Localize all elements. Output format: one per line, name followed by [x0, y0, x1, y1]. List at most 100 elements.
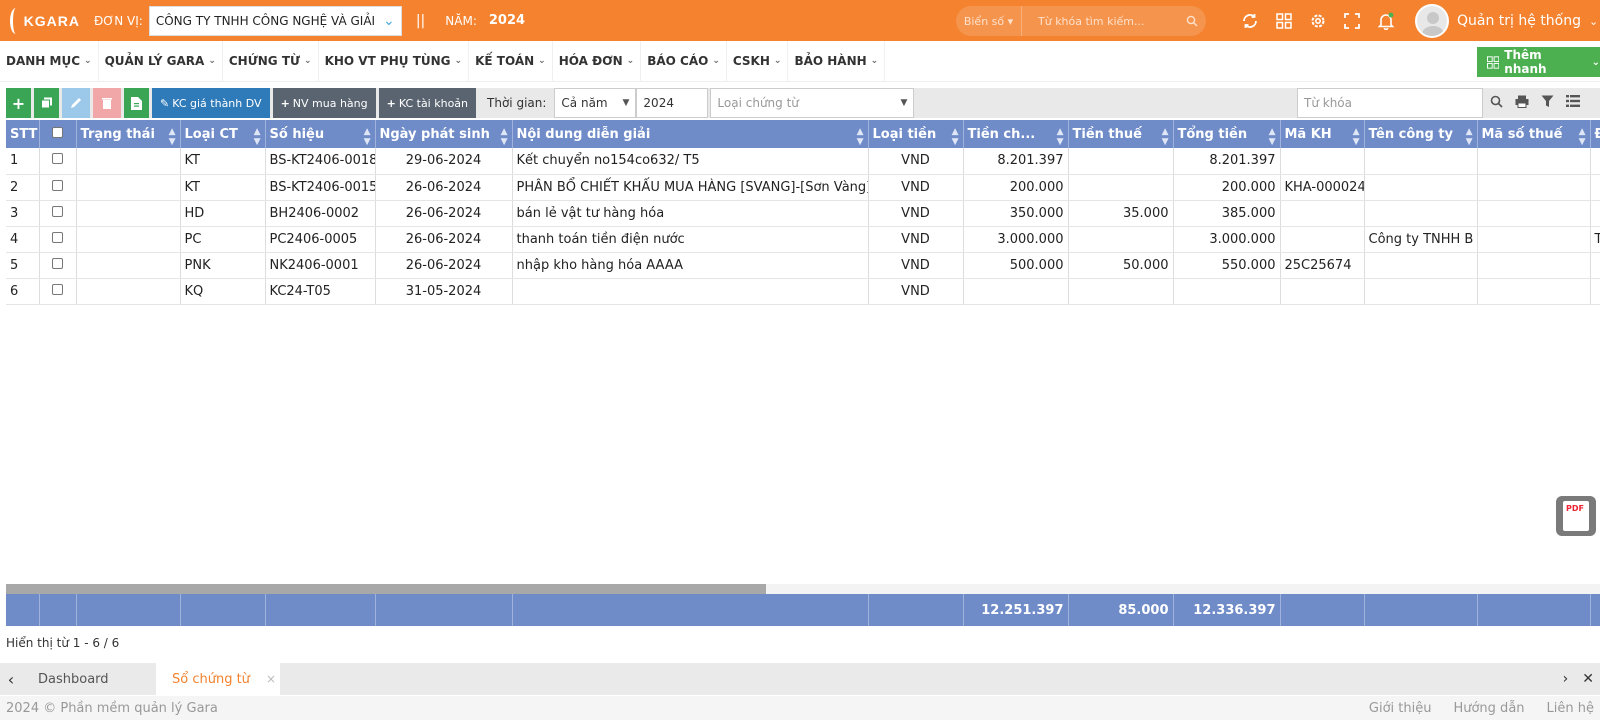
select-all-header[interactable] — [39, 120, 77, 148]
sort-icon: ▲ ▼ — [1465, 127, 1473, 147]
grid-apps-icon — [1487, 55, 1500, 69]
export-button[interactable] — [124, 88, 149, 118]
kc-account-button[interactable]: + KC tài khoản — [378, 88, 477, 118]
edit-button[interactable] — [62, 88, 90, 118]
chevron-left-icon[interactable]: ‹ — [0, 670, 22, 689]
select-all-checkbox[interactable] — [52, 126, 63, 138]
chevron-right-icon[interactable]: › — [1563, 671, 1569, 687]
copy-button[interactable] — [34, 88, 59, 118]
col-header[interactable]: Mã số thuế ▲ ▼ — [1477, 120, 1591, 148]
main-menu: DANH MỤC ⌄ QUẢN LÝ GARA ⌄ CHỨNG TỪ ⌄ KHO VT… — [0, 40, 1600, 82]
col-header[interactable]: Mã KH ▲ ▼ — [1280, 120, 1365, 148]
menu-hoa-don[interactable]: HÓA ĐƠN ⌄ — [553, 40, 642, 82]
unit-select[interactable]: CÔNG TY TNHH CÔNG NGHỆ VÀ GIẢI ⌄ — [148, 5, 402, 36]
chevron-down-icon: ⌄ — [382, 12, 395, 29]
caret-down-icon: ▼ — [622, 98, 630, 108]
col-header[interactable]: Tổng tiền ▲ ▼ — [1173, 120, 1281, 148]
footer-link-contact[interactable]: Liên hệ — [1547, 701, 1594, 716]
row-checkbox[interactable] — [52, 257, 63, 269]
table-row[interactable]: 3 HD BH2406-0002 26-06-2024 bán lẻ vật t… — [6, 200, 1600, 227]
kc-cost-button[interactable]: ✎ KC giá thành DV — [152, 88, 270, 118]
tab-dashboard[interactable]: Dashboard — [22, 663, 156, 695]
chevron-down-icon: ⌄ — [454, 56, 463, 66]
row-checkbox[interactable] — [52, 231, 63, 243]
filter-icon[interactable] — [1541, 95, 1554, 112]
doc-type-select[interactable]: Loại chứng từ ▼ — [710, 88, 915, 118]
app-logo[interactable]: KGARA — [0, 0, 80, 41]
scrollbar-thumb[interactable] — [6, 584, 766, 594]
col-header[interactable]: Loại CT ▲ ▼ — [180, 120, 266, 148]
bell-icon[interactable] — [1376, 11, 1396, 31]
tab-so-chung-tu[interactable]: Sổ chứng từ × — [156, 663, 280, 695]
menu-quan-ly-gara[interactable]: QUẢN LÝ GARA ⌄ — [99, 40, 223, 82]
quick-add-button[interactable]: Thêm nhanh ⌄ — [1477, 47, 1600, 77]
row-checkbox[interactable] — [52, 153, 63, 165]
sort-icon: ▲ ▼ — [856, 127, 864, 147]
col-header[interactable]: Tiền ch... ▲ ▼ — [963, 120, 1069, 148]
logo-swirl-icon — [10, 7, 22, 34]
row-checkbox[interactable] — [52, 205, 63, 217]
plus-icon: + — [11, 93, 26, 113]
horizontal-scrollbar[interactable] — [6, 584, 1600, 594]
gear-icon[interactable] — [1308, 11, 1328, 31]
sort-icon: ▲ ▼ — [500, 127, 508, 147]
add-button[interactable]: + — [6, 88, 31, 118]
year-input[interactable]: 2024 — [636, 88, 709, 118]
col-header[interactable]: Đ — [1590, 120, 1600, 148]
sort-icon: ▲ ▼ — [1161, 127, 1169, 147]
refresh-icon[interactable] — [1240, 11, 1260, 31]
pdf-export-button[interactable]: PDF — [1556, 496, 1596, 536]
print-icon[interactable] — [1515, 95, 1529, 112]
paging-info: Hiển thị từ 1 - 6 / 6 — [6, 636, 120, 650]
nv-purchase-button[interactable]: + NV mua hàng — [272, 88, 376, 118]
search-icon[interactable] — [1178, 6, 1206, 36]
chevron-down-icon: ⌄ — [1591, 56, 1600, 68]
table-row[interactable]: 2 KT BS-KT2406-0015 26-06-2024 PHÂN BỔ C… — [6, 174, 1600, 201]
col-header[interactable]: Ngày phát sinh ▲ ▼ — [375, 120, 513, 148]
row-checkbox[interactable] — [52, 179, 63, 191]
sort-icon: ▲ ▼ — [168, 127, 176, 147]
table-row[interactable]: 6 KQ KC24-T05 31-05-2024 VND — [6, 278, 1600, 305]
col-header[interactable]: Loại tiền ▲ ▼ — [868, 120, 964, 148]
search-icon[interactable] — [1490, 95, 1503, 112]
menu-chung-tu[interactable]: CHỨNG TỪ ⌄ — [223, 40, 319, 82]
footer-link-about[interactable]: Giới thiệu — [1369, 701, 1432, 716]
top-search-group: Biển số ▾ Từ khóa tìm kiếm... — [956, 6, 1206, 36]
footer-links: Giới thiệu Hướng dẫn Liên hệ — [1369, 696, 1594, 720]
row-checkbox[interactable] — [52, 283, 63, 295]
menu-danh-muc[interactable]: DANH MỤC ⌄ — [0, 40, 99, 82]
menu-cskh[interactable]: CSKH ⌄ — [727, 40, 789, 82]
menu-bao-hanh[interactable]: BẢO HÀNH ⌄ — [788, 40, 886, 82]
user-menu[interactable]: Quản trị hệ thống ⌄ — [1415, 4, 1598, 38]
period-select[interactable]: Cả năm ▼ — [554, 88, 637, 118]
table-row[interactable]: 5 PNK NK2406-0001 26-06-2024 nhập kho hà… — [6, 252, 1600, 279]
top-search-input[interactable]: Từ khóa tìm kiếm... — [1022, 6, 1178, 36]
table-row[interactable]: 1 KT BS-KT2406-0018 29-06-2024 Kết chuyể… — [6, 148, 1600, 175]
copyright-text: 2024 © Phần mềm quản lý Gara — [6, 700, 218, 716]
delete-button[interactable] — [93, 88, 121, 118]
grid-apps-icon[interactable] — [1274, 11, 1294, 31]
chevron-down-icon: ⌄ — [538, 56, 546, 66]
col-header[interactable]: STT — [6, 120, 40, 148]
col-header[interactable]: Nội dung diễn giải ▲ ▼ — [512, 120, 869, 148]
col-header[interactable]: Số hiệu ▲ ▼ — [265, 120, 376, 148]
plate-select[interactable]: Biển số ▾ — [956, 6, 1022, 36]
close-all-icon[interactable]: ✕ — [1582, 671, 1594, 687]
time-label: Thời gian: — [487, 96, 547, 110]
fullscreen-icon[interactable] — [1342, 11, 1362, 31]
footer-link-guide[interactable]: Hướng dẫn — [1453, 701, 1524, 716]
col-header[interactable]: Tiền thuế ▲ ▼ — [1068, 120, 1174, 148]
table-row[interactable]: 4 PC PC2406-0005 26-06-2024 thanh toán t… — [6, 226, 1600, 253]
keyword-input[interactable]: Từ khóa — [1297, 88, 1483, 118]
chevron-down-icon: ⌄ — [304, 56, 312, 66]
menu-ke-toan[interactable]: KẾ TOÁN ⌄ — [469, 40, 553, 82]
tabs-bar: ‹ Dashboard Sổ chứng từ × › ✕ — [0, 663, 1600, 695]
sort-icon: ▲ ▼ — [1056, 127, 1064, 147]
col-header[interactable]: Tên công ty ▲ ▼ — [1364, 120, 1478, 148]
close-icon[interactable]: × — [266, 672, 276, 686]
tabs-right-controls: › ✕ — [1563, 663, 1594, 695]
menu-bao-cao[interactable]: BÁO CÁO ⌄ — [641, 40, 727, 82]
col-header[interactable]: Trạng thái ▲ ▼ — [76, 120, 181, 148]
menu-kho-vt[interactable]: KHO VT PHỤ TÙNG ⌄ — [319, 40, 470, 82]
list-view-icon[interactable] — [1566, 95, 1580, 111]
